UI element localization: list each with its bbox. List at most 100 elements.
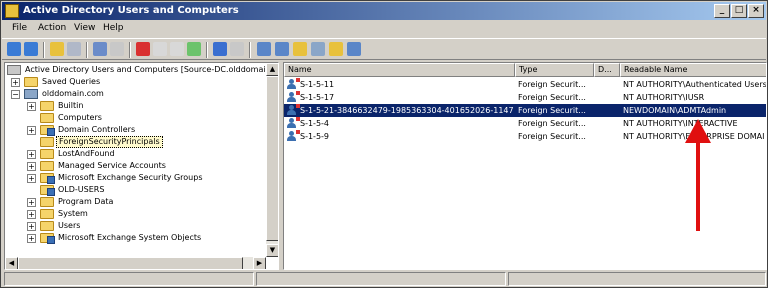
- forward-icon[interactable]: [24, 42, 38, 56]
- column-header-description[interactable]: D...: [594, 63, 620, 77]
- new-user-icon[interactable]: [257, 42, 271, 56]
- folder-icon: [40, 197, 54, 207]
- console-tree[interactable]: Active Directory Users and Computers [So…: [4, 62, 279, 270]
- folder-icon: [40, 137, 54, 147]
- expand-icon[interactable]: +: [27, 210, 36, 219]
- expand-icon[interactable]: +: [27, 150, 36, 159]
- find-icon[interactable]: [329, 42, 343, 56]
- tree-item-label: olddomain.com: [42, 89, 104, 98]
- up-icon[interactable]: [50, 42, 64, 56]
- scroll-up-button[interactable]: ▲: [266, 63, 278, 76]
- back-icon[interactable]: [7, 42, 21, 56]
- foreign-security-principal-icon: [287, 130, 300, 142]
- snapin-icon: [7, 65, 21, 75]
- scroll-thumb[interactable]: [18, 257, 243, 269]
- cell-name: S-1-5-17: [300, 93, 335, 102]
- cell-type: Foreign Securit...: [518, 106, 586, 115]
- show-pane-icon[interactable]: [230, 42, 244, 56]
- expand-icon[interactable]: +: [27, 198, 36, 207]
- menu-file[interactable]: File: [12, 23, 27, 33]
- console-tree-icon[interactable]: [67, 42, 81, 56]
- tree-item-label: ForeignSecurityPrincipals: [56, 136, 163, 148]
- scroll-right-button[interactable]: ▶: [253, 257, 266, 269]
- cell-type: Foreign Securit...: [518, 132, 586, 141]
- cut-icon[interactable]: [93, 42, 107, 56]
- details-list[interactable]: Name Type D... Readable Name S-1-5-11 Fo…: [283, 62, 767, 270]
- menu-bar: File Action View Help: [2, 21, 766, 38]
- window-title: Active Directory Users and Computers: [23, 5, 239, 16]
- cell-type: Foreign Securit...: [518, 80, 586, 89]
- expand-icon[interactable]: +: [27, 234, 36, 243]
- toolbar-separator: [206, 42, 208, 58]
- app-window: Active Directory Users and Computers _ □…: [0, 0, 768, 288]
- ou-folder-icon: [40, 233, 55, 244]
- expand-icon[interactable]: +: [27, 102, 36, 111]
- toolbar-separator: [86, 42, 88, 58]
- menu-help[interactable]: Help: [103, 23, 124, 33]
- foreign-security-principal-icon: [287, 117, 300, 129]
- column-header-type[interactable]: Type: [515, 63, 594, 77]
- expand-icon[interactable]: +: [27, 126, 36, 135]
- cell-readable-name: NT AUTHORITY\IUSR: [623, 93, 705, 102]
- add-to-group-icon[interactable]: [347, 42, 361, 56]
- collapse-icon[interactable]: −: [11, 90, 20, 99]
- menu-view[interactable]: View: [74, 23, 95, 33]
- tree-item-label: System: [58, 209, 88, 218]
- filter-icon[interactable]: [311, 42, 325, 56]
- status-cell-right: [508, 272, 766, 286]
- expand-icon[interactable]: +: [27, 222, 36, 231]
- tree-item-label: Users: [58, 221, 81, 230]
- foreign-security-principal-icon: [287, 78, 300, 90]
- list-row[interactable]: S-1-5-17 Foreign Securit... NT AUTHORITY…: [284, 91, 766, 104]
- status-cell-middle: [256, 272, 506, 286]
- copy-icon[interactable]: [110, 42, 124, 56]
- toolbar: [2, 38, 766, 60]
- minimize-button[interactable]: _: [714, 4, 730, 18]
- delete-icon[interactable]: [136, 42, 150, 56]
- app-icon: [5, 4, 19, 18]
- expand-icon[interactable]: +: [27, 174, 36, 183]
- maximize-button[interactable]: □: [731, 4, 747, 18]
- folder-icon: [40, 113, 54, 123]
- tree-item-label: LostAndFound: [58, 149, 115, 158]
- folder-icon: [40, 149, 54, 159]
- tree-horizontal-scrollbar[interactable]: ◀ ▶: [5, 257, 266, 269]
- domain-icon: [24, 89, 38, 99]
- expand-icon[interactable]: +: [27, 162, 36, 171]
- tree-item-label: OLD-USERS: [58, 185, 105, 194]
- tree-vertical-scrollbar[interactable]: ▲ ▼: [266, 63, 278, 257]
- toolbar-separator: [129, 42, 131, 58]
- cell-name: S-1-5-11: [300, 80, 335, 89]
- cell-readable-name: NT AUTHORITY\Authenticated Users: [623, 80, 767, 89]
- ou-folder-icon: [40, 173, 55, 184]
- new-group-icon[interactable]: [275, 42, 289, 56]
- scroll-left-button[interactable]: ◀: [5, 257, 18, 269]
- menu-action[interactable]: Action: [38, 23, 66, 33]
- help-icon[interactable]: [213, 42, 227, 56]
- tree-item-label: Active Directory Users and Computers [So…: [25, 65, 278, 74]
- tree-item-label: Builtin: [58, 101, 84, 110]
- new-ou-icon[interactable]: [293, 42, 307, 56]
- scroll-down-button[interactable]: ▼: [266, 244, 278, 257]
- column-header-readable-name[interactable]: Readable Name: [620, 63, 766, 77]
- tree-item-label: Saved Queries: [42, 77, 101, 86]
- export-icon[interactable]: [187, 42, 201, 56]
- close-button[interactable]: ×: [748, 4, 764, 18]
- list-row[interactable]: S-1-5-11 Foreign Securit... NT AUTHORITY…: [284, 78, 766, 91]
- list-row-selected[interactable]: S-1-5-21-3846632479-1985363304-401652026…: [284, 104, 766, 117]
- cell-type: Foreign Securit...: [518, 119, 586, 128]
- expand-icon[interactable]: +: [11, 78, 20, 87]
- title-bar[interactable]: Active Directory Users and Computers _ □…: [2, 2, 766, 20]
- properties-icon[interactable]: [153, 42, 167, 56]
- cell-name: S-1-5-21-3846632479-1985363304-401652026…: [300, 106, 513, 115]
- cell-type: Foreign Securit...: [518, 93, 586, 102]
- tree-item-label: Computers: [58, 113, 102, 122]
- foreign-security-principal-icon: [287, 104, 300, 116]
- refresh-icon[interactable]: [170, 42, 184, 56]
- tree-item-label: Domain Controllers: [58, 125, 136, 134]
- column-header-name[interactable]: Name: [284, 63, 515, 77]
- scroll-thumb[interactable]: [266, 76, 278, 241]
- annotation-arrow-shaft: [696, 141, 700, 231]
- tree-item-label: Managed Service Accounts: [58, 161, 166, 170]
- toolbar-separator: [249, 42, 251, 58]
